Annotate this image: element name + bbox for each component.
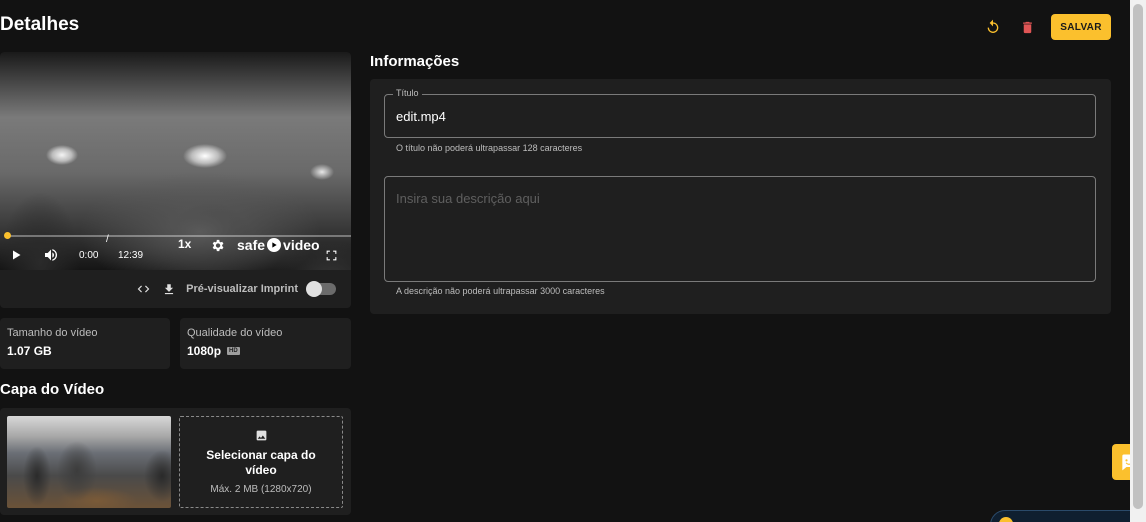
cover-panel: Selecionar capa do vídeo Máx. 2 MB (1280… — [0, 408, 351, 515]
safevideo-logo: safe video — [237, 237, 320, 253]
imprint-label: Pré-visualizar Imprint — [186, 283, 298, 295]
speed-button[interactable]: 1x — [178, 237, 191, 251]
select-cover-label: Selecionar capa do vídeo — [206, 448, 316, 477]
title-field[interactable]: Título edit.mp4 — [384, 88, 1096, 138]
code-icon — [137, 285, 150, 293]
video-size-label: Tamanho do vídeo — [7, 327, 98, 339]
imprint-toggle[interactable] — [306, 281, 336, 297]
play-icon — [13, 250, 21, 260]
volume-button[interactable] — [43, 247, 59, 263]
bottom-notification-pill[interactable] — [990, 510, 1146, 522]
delete-button[interactable] — [1017, 17, 1037, 37]
select-cover-hint: Máx. 2 MB (1280x720) — [210, 484, 312, 495]
video-player[interactable]: 0:00 / 12:39 1x safe video — [0, 52, 351, 270]
hd-badge-icon: HD — [227, 347, 240, 355]
player-controls: 0:00 / 12:39 1x safe video — [0, 234, 351, 270]
description-field[interactable]: Insira sua descrição aqui — [384, 176, 1096, 282]
play-button[interactable] — [10, 249, 22, 261]
video-quality-value: 1080p HD — [187, 344, 344, 358]
undo-button[interactable] — [983, 17, 1003, 37]
time-separator: / — [106, 234, 109, 245]
fullscreen-icon — [326, 250, 337, 260]
select-cover-button[interactable]: Selecionar capa do vídeo Máx. 2 MB (1280… — [179, 416, 343, 508]
video-size-text: 1.07 GB — [7, 344, 52, 358]
brand-text-right: video — [283, 237, 320, 253]
video-quality-card: Qualidade do vídeo 1080p HD — [180, 318, 351, 369]
brand-text-left: safe — [237, 237, 266, 253]
brand-play-icon — [267, 238, 282, 252]
video-size-card: Tamanho do vídeo 1.07 GB — [0, 318, 170, 369]
progress-handle[interactable] — [4, 232, 11, 239]
save-button[interactable]: SALVAR — [1051, 14, 1111, 40]
notification-dot-icon — [999, 517, 1013, 522]
player-toolbar: Pré-visualizar Imprint — [0, 270, 351, 308]
fullscreen-button[interactable] — [325, 249, 338, 262]
title-field-legend: Título — [393, 88, 422, 98]
scrollbar-thumb[interactable] — [1133, 4, 1143, 509]
trash-icon — [1022, 21, 1032, 33]
title-field-value[interactable]: edit.mp4 — [396, 109, 446, 124]
info-section-title: Informações — [370, 53, 460, 70]
image-icon — [256, 430, 266, 441]
title-helper-text: O título não poderá ultrapassar 128 cara… — [396, 143, 583, 153]
toggle-knob — [306, 281, 322, 297]
video-quality-text: 1080p — [187, 344, 222, 358]
info-panel: Título edit.mp4 O título não poderá ultr… — [370, 79, 1111, 314]
video-size-value: 1.07 GB — [7, 344, 163, 358]
undo-icon — [987, 19, 999, 33]
page-title: Detalhes — [0, 14, 80, 35]
gear-icon — [212, 239, 224, 252]
cover-section-title: Capa do Vídeo — [0, 381, 105, 398]
description-placeholder[interactable]: Insira sua descrição aqui — [396, 191, 540, 206]
embed-button[interactable] — [135, 282, 152, 296]
volume-icon — [45, 249, 58, 261]
cover-thumbnail[interactable] — [7, 416, 171, 508]
page-scrollbar[interactable] — [1130, 0, 1146, 522]
download-button[interactable] — [162, 282, 176, 297]
video-quality-label: Qualidade do vídeo — [187, 327, 283, 339]
top-actions: SALVAR — [983, 14, 1111, 40]
description-helper-text: A descrição não poderá ultrapassar 3000 … — [396, 286, 605, 296]
duration: 12:39 — [118, 249, 144, 261]
settings-button[interactable] — [210, 238, 225, 253]
current-time: 0:00 — [79, 249, 99, 261]
download-icon — [165, 283, 174, 294]
